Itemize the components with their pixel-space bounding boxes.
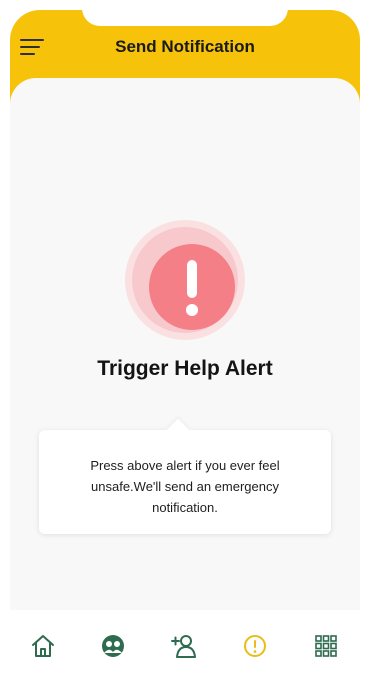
alert-title: Trigger Help Alert — [97, 357, 273, 380]
nav-add-user[interactable] — [170, 632, 198, 660]
exclamation-icon — [186, 260, 198, 316]
device-notch — [82, 0, 288, 26]
tooltip-arrow — [166, 418, 190, 442]
nav-more[interactable] — [312, 632, 340, 660]
alert-description: Press above alert if you ever feel unsaf… — [90, 458, 280, 515]
bottom-nav — [10, 612, 360, 678]
alert-core — [149, 244, 235, 330]
add-user-icon — [171, 635, 196, 658]
contacts-group-icon — [102, 635, 124, 657]
help-alert-button[interactable] — [125, 220, 245, 340]
nav-contacts[interactable] — [99, 632, 127, 660]
main-content: Trigger Help Alert Press above alert if … — [10, 78, 360, 610]
page-title: Send Notification — [115, 37, 255, 56]
alert-icon — [244, 635, 266, 657]
nav-alert[interactable] — [241, 632, 269, 660]
info-tooltip: Press above alert if you ever feel unsaf… — [39, 418, 331, 534]
alert-ring — [132, 227, 238, 333]
grid-icon — [315, 635, 337, 657]
home-icon — [32, 635, 54, 657]
phone-screen: Send Notification Trigger Help Alert Pre… — [0, 0, 370, 680]
nav-home[interactable] — [29, 632, 57, 660]
